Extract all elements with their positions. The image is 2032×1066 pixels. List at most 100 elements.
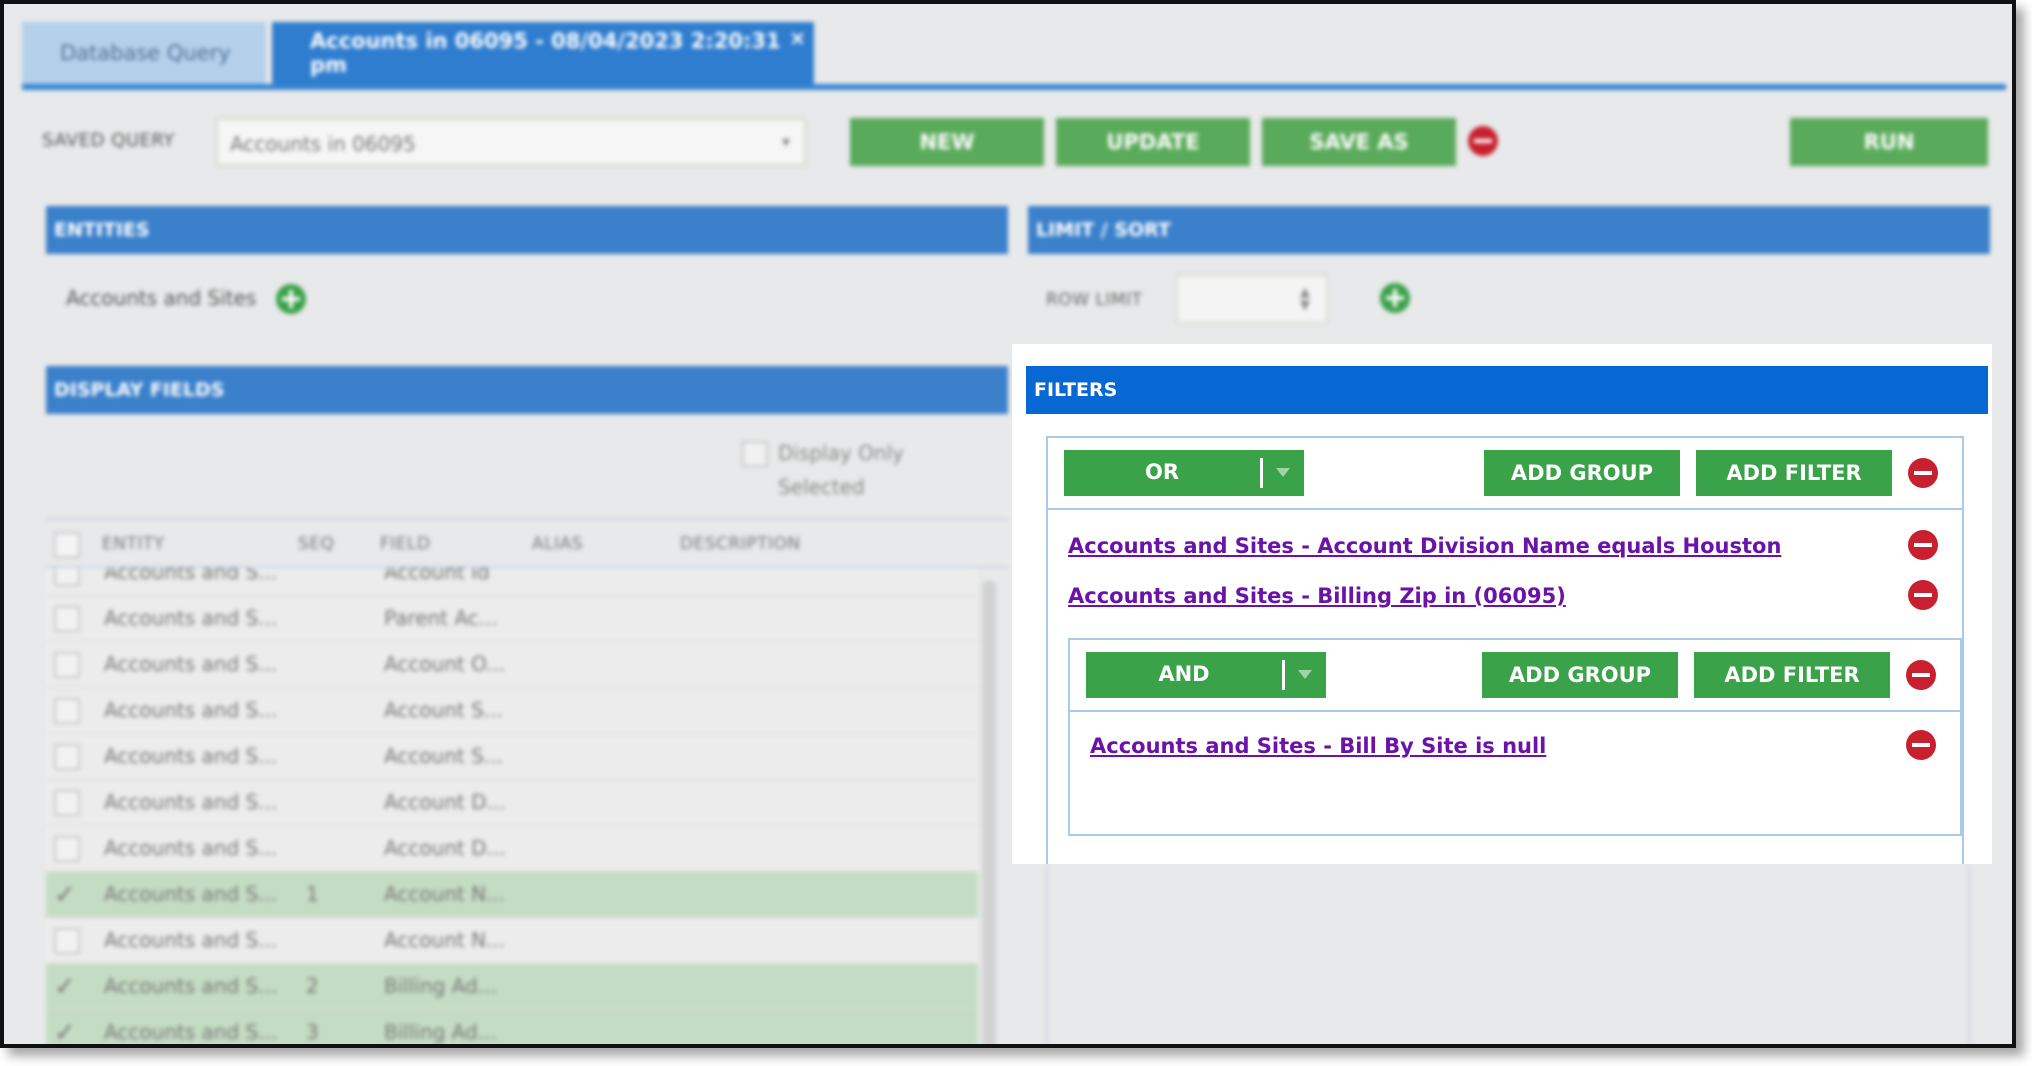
column-header-field[interactable]: FIELD <box>380 534 431 554</box>
filter-condition-link[interactable]: Accounts and Sites - Account Division Na… <box>1068 534 1781 558</box>
cell-field: Account S... <box>384 744 503 768</box>
operator-dropdown-and[interactable]: AND <box>1086 652 1326 698</box>
cell-field: Account D... <box>384 836 506 860</box>
column-header-description[interactable]: DESCRIPTION <box>680 534 801 554</box>
row-checkbox[interactable] <box>54 606 80 632</box>
cell-seq: 2 <box>306 974 319 998</box>
saved-query-select[interactable]: Accounts in 06095 ▾ <box>216 118 806 166</box>
tab-label: Database Query <box>60 41 231 65</box>
display-only-selected-label: Display Only Selected <box>778 441 904 499</box>
table-row[interactable]: Accounts and S... Account N... <box>46 918 978 964</box>
saved-query-label: SAVED QUERY <box>42 130 175 151</box>
table-row[interactable]: Accounts and S... Account S... <box>46 734 978 780</box>
filter-group-or: OR ADD GROUP ADD FILTER Accounts and Sit… <box>1046 436 1964 864</box>
grid-scrollbar[interactable] <box>982 580 996 1044</box>
table-row[interactable]: Accounts and S... Account S... <box>46 688 978 734</box>
cell-entity: Accounts and S... <box>104 744 278 768</box>
close-icon[interactable]: × <box>789 26 806 50</box>
cell-field: Parent Ac... <box>384 606 498 630</box>
add-filter-button[interactable]: ADD FILTER <box>1696 450 1892 496</box>
filter-group-header: AND ADD GROUP ADD FILTER <box>1070 640 1960 712</box>
filters-panel: FILTERS OR ADD GROUP ADD FILTER Accounts… <box>1012 344 1992 864</box>
saved-query-value: Accounts in 06095 <box>230 132 416 156</box>
cell-entity: Accounts and S... <box>104 652 278 676</box>
table-row[interactable]: Accounts and S... Parent Ac... <box>46 596 978 642</box>
row-checkbox[interactable] <box>54 568 80 586</box>
column-header-entity[interactable]: ENTITY <box>102 534 165 554</box>
cell-field: Billing Ad... <box>384 974 497 998</box>
tab-accounts-query[interactable]: Accounts in 06095 - 08/04/2023 2:20:31 p… <box>272 22 814 84</box>
cell-seq: 3 <box>306 1020 319 1044</box>
new-button[interactable]: NEW <box>850 118 1044 166</box>
table-row[interactable]: Accounts and S... Account O... <box>46 642 978 688</box>
filter-group-and: AND ADD GROUP ADD FILTER Accounts and Si… <box>1068 638 1962 836</box>
operator-label: AND <box>1158 662 1210 686</box>
checkmark-icon[interactable]: ✓ <box>54 882 80 908</box>
cell-field: Account N... <box>384 882 506 906</box>
filter-condition-link[interactable]: Accounts and Sites - Bill By Site is nul… <box>1090 734 1546 758</box>
update-button[interactable]: UPDATE <box>1056 118 1250 166</box>
cell-entity: Accounts and S... <box>104 790 278 814</box>
select-all-checkbox[interactable] <box>54 532 80 558</box>
cell-entity: Accounts and S... <box>104 836 278 860</box>
entity-item: Accounts and Sites <box>66 286 257 310</box>
cell-entity: Accounts and S... <box>104 928 278 952</box>
row-checkbox[interactable] <box>54 744 80 770</box>
filters-panel-frame <box>1046 864 1970 1044</box>
cell-entity: Accounts and S... <box>104 698 278 722</box>
save-as-button[interactable]: SAVE AS <box>1262 118 1456 166</box>
spinner-icon[interactable]: ▲ ▼ <box>1300 286 1310 312</box>
grid-header: ENTITY SEQ FIELD ALIAS DESCRIPTION <box>46 518 1008 568</box>
add-entity-icon[interactable] <box>276 284 306 314</box>
filter-group-header: OR ADD GROUP ADD FILTER <box>1048 438 1962 510</box>
column-header-seq[interactable]: SEQ <box>298 534 334 554</box>
remove-filter-icon[interactable] <box>1908 530 1938 560</box>
add-group-button[interactable]: ADD GROUP <box>1482 652 1678 698</box>
row-checkbox[interactable] <box>54 698 80 724</box>
tab-underline <box>22 84 2006 90</box>
add-sort-icon[interactable] <box>1380 283 1410 313</box>
row-checkbox[interactable] <box>54 836 80 862</box>
display-fields-grid: Accounts and S... Account Id Accounts and … <box>46 568 978 1044</box>
remove-filter-icon[interactable] <box>1908 580 1938 610</box>
cell-field: Account Id <box>384 568 490 584</box>
table-row[interactable]: ✓ Accounts and S... 2 Billing Ad... <box>46 964 978 1010</box>
operator-label: OR <box>1144 460 1180 484</box>
display-only-selected-checkbox[interactable] <box>742 441 768 467</box>
checkmark-icon[interactable]: ✓ <box>54 974 80 1000</box>
chevron-down-icon <box>1276 468 1290 477</box>
cell-entity: Accounts and S... <box>104 606 278 630</box>
cell-field: Account D... <box>384 790 506 814</box>
table-row[interactable]: ✓ Accounts and S... 3 Billing Ad... <box>46 1010 978 1044</box>
filter-condition-link[interactable]: Accounts and Sites - Billing Zip in (060… <box>1068 584 1566 608</box>
table-row[interactable]: Accounts and S... Account D... <box>46 826 978 872</box>
add-group-button[interactable]: ADD GROUP <box>1484 450 1680 496</box>
tab-label: Accounts in 06095 - 08/04/2023 2:20:31 p… <box>310 29 781 77</box>
row-limit-input[interactable]: ▲ ▼ <box>1176 274 1328 324</box>
add-filter-button[interactable]: ADD FILTER <box>1694 652 1890 698</box>
table-row[interactable]: Accounts and S... Account D... <box>46 780 978 826</box>
checkmark-icon[interactable]: ✓ <box>54 1020 80 1044</box>
dropdown-separator <box>1282 660 1285 690</box>
table-row[interactable]: ✓ Accounts and S... 1 Account N... <box>46 872 978 918</box>
dropdown-separator <box>1260 458 1263 488</box>
cell-entity: Accounts and S... <box>104 568 278 584</box>
cell-field: Account N... <box>384 928 506 952</box>
remove-group-icon[interactable] <box>1908 458 1938 488</box>
operator-dropdown-or[interactable]: OR <box>1064 450 1304 496</box>
row-checkbox[interactable] <box>54 790 80 816</box>
row-checkbox[interactable] <box>54 652 80 678</box>
remove-filter-icon[interactable] <box>1906 730 1936 760</box>
app-window: Database Query Accounts in 06095 - 08/04… <box>0 0 2016 1048</box>
row-checkbox[interactable] <box>54 928 80 954</box>
remove-group-icon[interactable] <box>1906 660 1936 690</box>
cell-field: Account S... <box>384 698 503 722</box>
cell-field: Account O... <box>384 652 506 676</box>
chevron-down-icon: ▾ <box>781 132 790 151</box>
tab-database-query[interactable]: Database Query <box>22 22 266 84</box>
cell-entity: Accounts and S... <box>104 882 278 906</box>
column-header-alias[interactable]: ALIAS <box>532 534 583 554</box>
table-row[interactable]: Accounts and S... Account Id <box>46 568 978 596</box>
delete-query-icon[interactable] <box>1468 126 1498 156</box>
run-button[interactable]: RUN <box>1790 118 1988 166</box>
